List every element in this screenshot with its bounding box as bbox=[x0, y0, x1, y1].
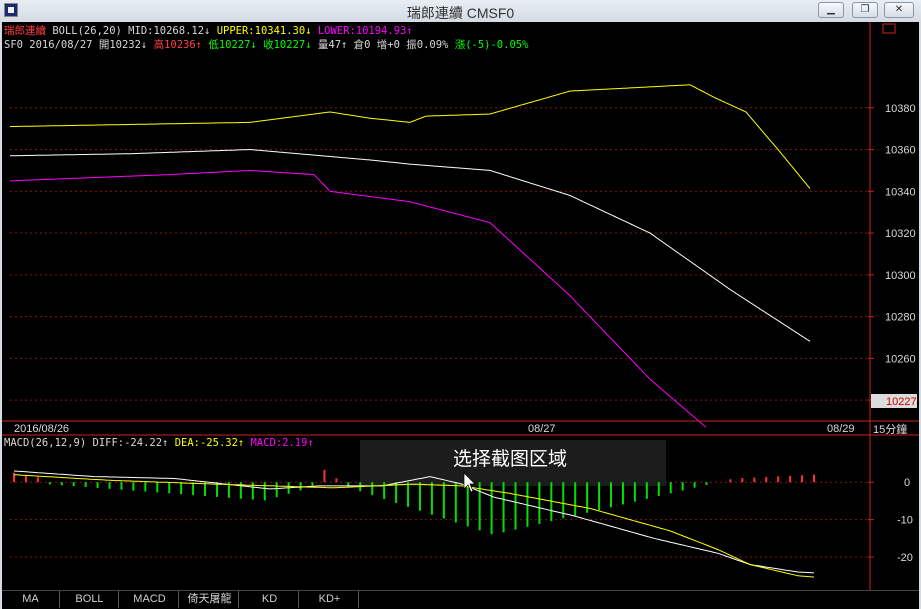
upper-band-line bbox=[9, 84, 811, 189]
tab-kd[interactable]: KD bbox=[241, 591, 299, 608]
price-tick-label: 10380 bbox=[885, 103, 916, 115]
tab-kd-plus[interactable]: KD+ bbox=[301, 591, 359, 608]
date-label-right: 08/29 bbox=[827, 423, 855, 435]
price-tick-label: 10260 bbox=[885, 353, 916, 365]
minimize-button[interactable]: ▁ bbox=[818, 2, 844, 18]
period-label: 15分鐘 bbox=[873, 422, 907, 436]
quote-header-part: 量47↑ 倉0 增+0 振0.09% bbox=[318, 38, 455, 51]
chart-canvas[interactable]: 瑞郎連續 BOLL(26,20) MID:10268.12↓ UPPER:103… bbox=[2, 22, 919, 590]
title-bar: 瑞郎連續 CMSF0 ▁ ❐ ✕ bbox=[0, 0, 921, 22]
tab-macd[interactable]: MACD bbox=[121, 591, 179, 608]
current-price-label: 10227 bbox=[886, 396, 917, 408]
tab-yitian[interactable]: 倚天屠龍 bbox=[181, 591, 239, 608]
window-title: 瑞郎連續 CMSF0 bbox=[406, 5, 515, 21]
quote-header-part: 高10236↑ bbox=[154, 38, 209, 51]
price-tick-label: 10280 bbox=[885, 312, 916, 324]
mid-band-line bbox=[10, 149, 811, 342]
boll-header-part: 瑞郎連續 bbox=[4, 24, 46, 37]
boll-header-part: BOLL(26,20) MID:10268.12↓ bbox=[46, 25, 217, 37]
chart-area[interactable]: 瑞郎連續 BOLL(26,20) MID:10268.12↓ UPPER:103… bbox=[2, 22, 919, 590]
tab-boll[interactable]: BOLL bbox=[61, 591, 119, 608]
indicator-tabs: MA BOLL MACD 倚天屠龍 KD KD+ bbox=[2, 590, 919, 609]
macd-header-part: MACD(26,12,9) DIFF:-24.22↑ bbox=[4, 437, 175, 449]
boll-header-part: LOWER:10194.93↑ bbox=[318, 25, 413, 37]
quote-header: SF0 2016/08/27 開10232↓ 高10236↑ 低10227↓ 收… bbox=[4, 38, 529, 51]
quote-header-part: SF0 2016/08/27 開10232↓ bbox=[4, 39, 154, 51]
boll-header: 瑞郎連續 BOLL(26,20) MID:10268.12↓ UPPER:103… bbox=[4, 24, 413, 37]
close-button[interactable]: ✕ bbox=[884, 2, 914, 18]
date-label-middle: 08/27 bbox=[528, 423, 556, 435]
macd-tick-label: -20 bbox=[897, 552, 913, 564]
price-tick-label: 10360 bbox=[885, 145, 916, 157]
date-label-left: 2016/08/26 bbox=[14, 423, 69, 435]
macd-tick-label: 0 bbox=[904, 477, 910, 489]
restore-button[interactable]: ❐ bbox=[852, 2, 878, 18]
lower-band-line bbox=[9, 169, 707, 428]
macd-header: MACD(26,12,9) DIFF:-24.22↑ DEA:-25.32↑ M… bbox=[4, 437, 314, 449]
tab-ma[interactable]: MA bbox=[2, 591, 60, 608]
quote-header-part: 漲(-5)-0.05% bbox=[455, 39, 529, 51]
macd-header-part: DEA:-25.32↑ bbox=[175, 437, 251, 449]
price-tick-label: 10340 bbox=[885, 186, 916, 198]
boll-header-part: UPPER:10341.30↓ bbox=[217, 25, 318, 37]
macd-header-part: MACD:2.19↑ bbox=[251, 437, 314, 449]
macd-tick-label: -10 bbox=[897, 515, 913, 527]
quote-header-part: 收10227↓ bbox=[263, 38, 318, 51]
quote-header-part: 低10227↓ bbox=[208, 38, 263, 51]
price-tick-label: 10320 bbox=[885, 228, 916, 240]
capture-overlay-text: 选择截图区域 bbox=[453, 448, 567, 470]
panel-icon bbox=[882, 23, 896, 34]
price-tick-label: 10300 bbox=[885, 270, 916, 282]
